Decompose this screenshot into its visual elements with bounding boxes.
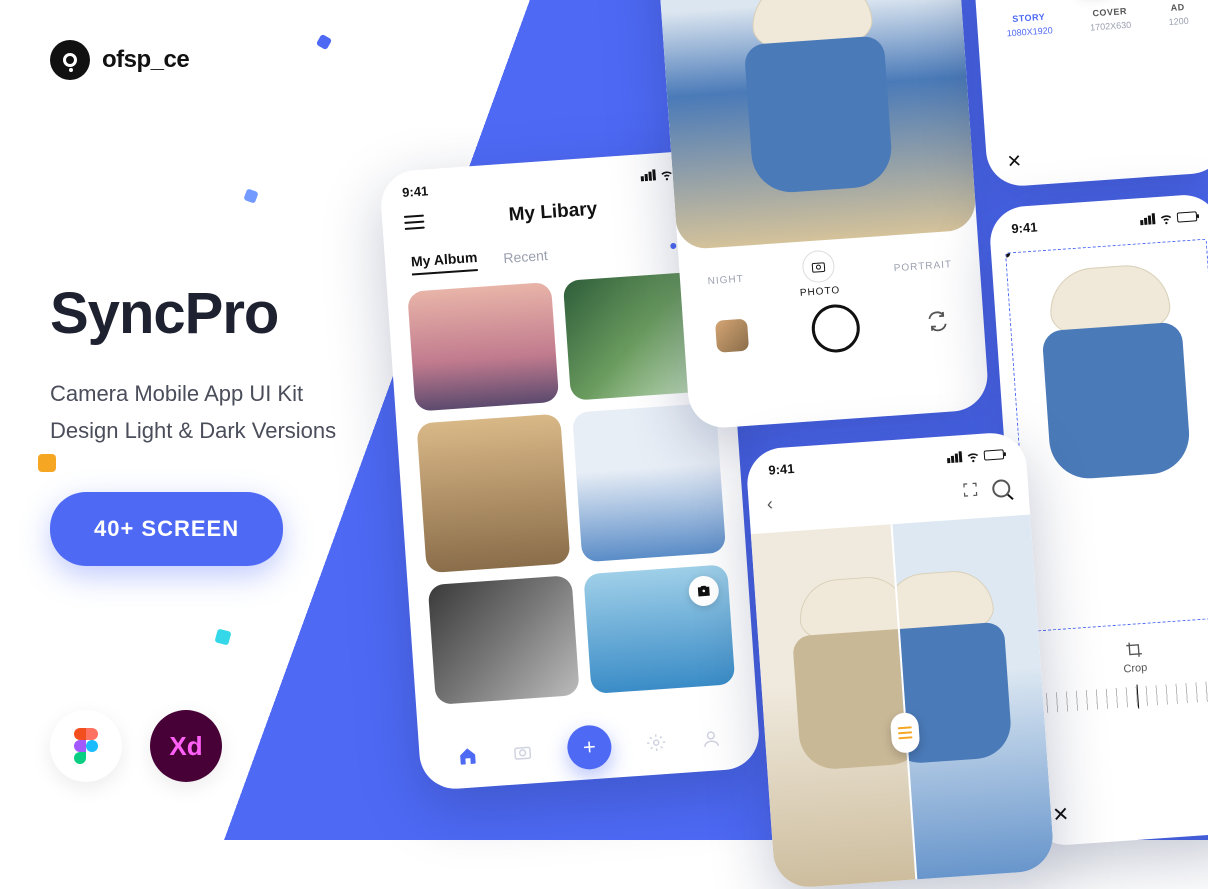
nav-camera-icon[interactable]	[511, 740, 534, 763]
close-icon[interactable]: ✕	[1006, 151, 1023, 173]
status-time: 9:41	[768, 461, 795, 478]
brand-name: ofsp_ce	[102, 46, 189, 74]
scan-icon[interactable]	[962, 481, 979, 500]
nav-home-icon[interactable]	[456, 744, 479, 767]
decorative-dot	[214, 628, 231, 645]
hero-title: SyncPro	[50, 280, 410, 347]
tab-recent[interactable]: Recent	[503, 247, 548, 266]
camera-viewfinder	[654, 0, 977, 250]
subtitle-line-2: Design Light & Dark Versions	[50, 412, 410, 449]
back-icon[interactable]: ‹	[766, 494, 773, 515]
crop-tool-button[interactable]: Crop	[1019, 633, 1208, 683]
hero-subtitle: Camera Mobile App UI Kit Design Light & …	[50, 375, 410, 450]
brand: ofsp_ce	[50, 40, 410, 80]
crop-area[interactable]	[1005, 239, 1208, 632]
status-time: 9:41	[1011, 219, 1038, 236]
figma-icon	[50, 710, 122, 782]
camera-icon	[801, 249, 835, 283]
photo-thumbnail[interactable]	[583, 564, 735, 694]
camera-badge-icon[interactable]	[688, 575, 720, 607]
adobe-xd-icon: Xd	[150, 710, 222, 782]
photo-thumbnail[interactable]	[428, 575, 580, 705]
size-option-cover[interactable]: COVER 1702X630	[1089, 6, 1132, 33]
subtitle-line-1: Camera Mobile App UI Kit	[50, 375, 410, 412]
mode-portrait[interactable]: PORTRAIT	[893, 259, 952, 274]
search-icon[interactable]	[992, 478, 1011, 497]
photo-thumbnail[interactable]	[416, 414, 570, 574]
brand-logo-icon	[50, 40, 90, 80]
compare-slider-handle[interactable]	[890, 712, 921, 754]
phone-compare-screen: 9:41 ‹	[745, 431, 1055, 889]
nav-profile-icon[interactable]	[700, 727, 723, 750]
add-button[interactable]: +	[566, 724, 613, 771]
photo-thumbnail[interactable]	[572, 403, 726, 563]
phone-export-screen: f STORY 1080X1920 COVER 1702X630 AD 1200…	[972, 0, 1208, 188]
size-option-story[interactable]: STORY 1080X1920	[1005, 11, 1053, 38]
last-photo-thumbnail[interactable]	[715, 319, 749, 353]
rotation-ruler[interactable]	[1036, 680, 1208, 714]
photo-thumbnail[interactable]	[407, 282, 559, 412]
shutter-button[interactable]	[810, 303, 861, 354]
status-icons	[1140, 208, 1198, 227]
close-icon[interactable]: ✕	[1052, 802, 1070, 828]
phone-camera-screen: NIGHT PHOTO PORTRAIT	[654, 0, 990, 430]
page-title: My Libary	[508, 198, 598, 226]
compare-before	[751, 524, 917, 889]
tab-my-album[interactable]: My Album	[411, 249, 479, 276]
bottom-nav: +	[418, 714, 760, 782]
status-time: 9:41	[402, 183, 429, 200]
screen-count-badge[interactable]: 40+ SCREEN	[50, 492, 283, 566]
mode-night[interactable]: NIGHT	[707, 274, 744, 287]
menu-icon[interactable]	[404, 215, 425, 230]
flip-camera-icon[interactable]	[923, 306, 953, 336]
crop-handle[interactable]	[1005, 249, 1010, 258]
size-option-ad[interactable]: AD 1200	[1167, 2, 1189, 27]
compare-after	[891, 515, 1055, 889]
mode-photo[interactable]: PHOTO	[797, 249, 841, 299]
status-icons	[946, 446, 1004, 465]
nav-settings-icon[interactable]	[644, 731, 667, 754]
